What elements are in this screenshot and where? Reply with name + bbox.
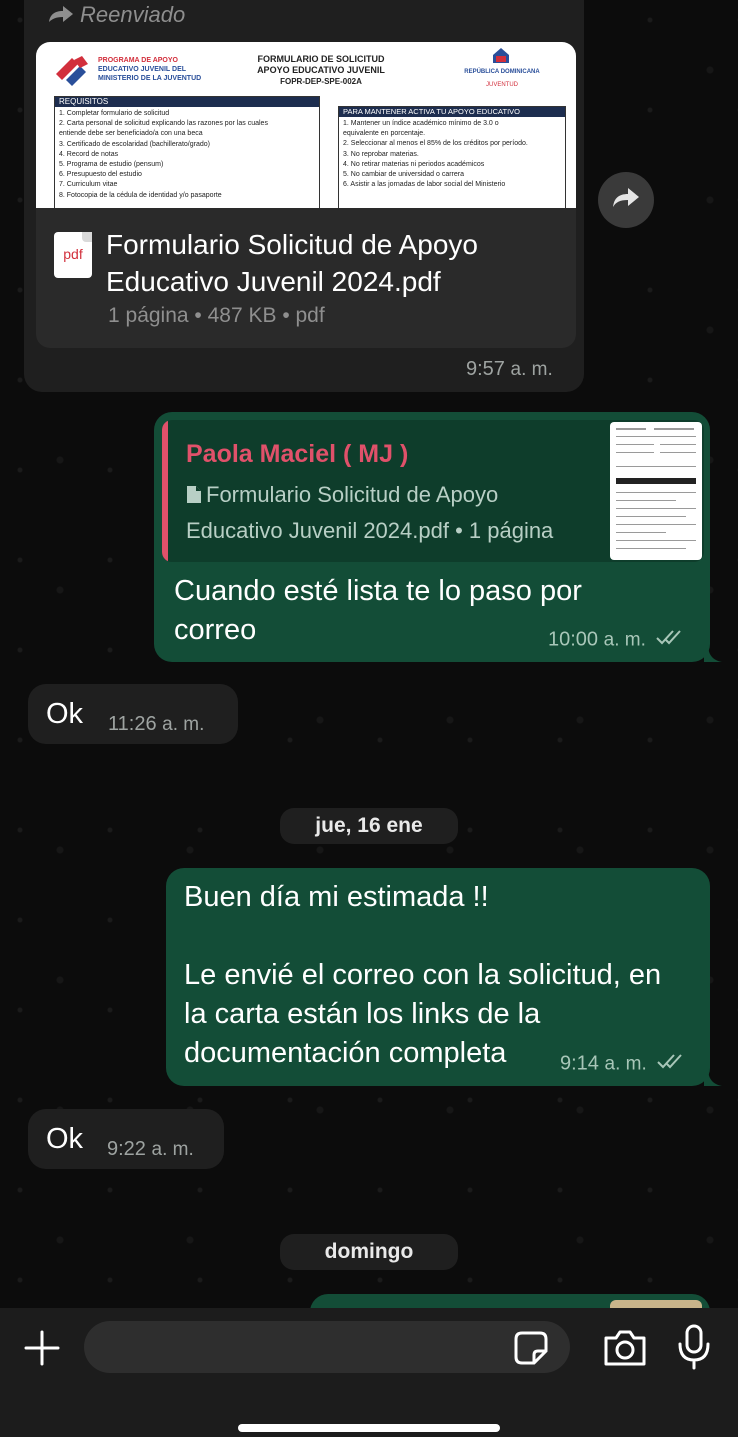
pdf-file-icon: pdf — [54, 232, 92, 278]
message-composer — [0, 1308, 738, 1437]
forward-button[interactable] — [598, 172, 654, 228]
plus-icon[interactable] — [22, 1328, 62, 1368]
incoming-message[interactable]: Ok 11:26 a. m. — [28, 684, 238, 744]
message-time: 10:00 a. m. — [548, 628, 685, 652]
ministry-logo — [52, 54, 92, 90]
dominican-seal-icon — [490, 46, 512, 69]
quoted-message[interactable]: Paola Maciel ( MJ ) Formulario Solicitud… — [162, 420, 704, 562]
bubble-tail — [704, 1068, 722, 1086]
outgoing-message[interactable]: Buen día mi estimada !! Le envié el corr… — [166, 868, 722, 1086]
message-input[interactable] — [84, 1321, 570, 1373]
bubble-tail — [704, 644, 722, 662]
quote-accent-bar — [162, 420, 168, 562]
document-file-meta: 1 página • 487 KB • pdf — [108, 304, 325, 327]
maintain-requirements-box: PARA MANTENER ACTIVA TU APOYO EDUCATIVO … — [338, 106, 566, 208]
document-file-name: Formulario Solicitud de Apoyo Educativo … — [106, 229, 478, 297]
chat-area[interactable]: Reenviado PROGRAMA DE APOYO EDUCATIVO JU… — [0, 0, 738, 1308]
date-separator: domingo — [280, 1234, 458, 1270]
forwarded-label: Reenviado — [48, 2, 185, 29]
file-icon — [186, 480, 202, 514]
quote-author: Paola Maciel ( MJ ) — [186, 440, 409, 468]
requirements-box: REQUISITOS 1. Completar formulario de so… — [54, 96, 320, 208]
camera-icon[interactable] — [602, 1328, 648, 1368]
message-time: 9:57 a. m. — [466, 358, 553, 380]
date-separator: jue, 16 ene — [280, 808, 458, 844]
reply-text: Cuando esté lista te lo paso por correo — [174, 575, 582, 646]
home-indicator — [238, 1424, 500, 1432]
message-text: Buen día mi estimada !! Le envié el corr… — [184, 881, 662, 1069]
incoming-message[interactable]: Ok 9:22 a. m. — [28, 1109, 224, 1169]
read-ticks-icon — [655, 628, 685, 652]
quoted-document-thumbnail — [610, 422, 702, 560]
microphone-icon[interactable] — [676, 1324, 712, 1370]
message-time: 9:22 a. m. — [107, 1138, 194, 1160]
outgoing-message-partial[interactable] — [310, 1294, 710, 1308]
forward-arrow-icon — [611, 186, 641, 215]
message-time: 9:14 a. m. — [560, 1052, 686, 1076]
forward-arrow-icon — [48, 3, 74, 29]
message-time: 11:26 a. m. — [108, 713, 205, 735]
image-thumbnail — [610, 1300, 702, 1308]
document-file-card[interactable]: pdf Formulario Solicitud de Apoyo Educat… — [36, 208, 576, 348]
read-ticks-icon — [656, 1052, 686, 1076]
document-preview-image[interactable]: PROGRAMA DE APOYO EDUCATIVO JUVENIL DEL … — [36, 42, 576, 208]
sticker-icon[interactable] — [514, 1331, 548, 1365]
